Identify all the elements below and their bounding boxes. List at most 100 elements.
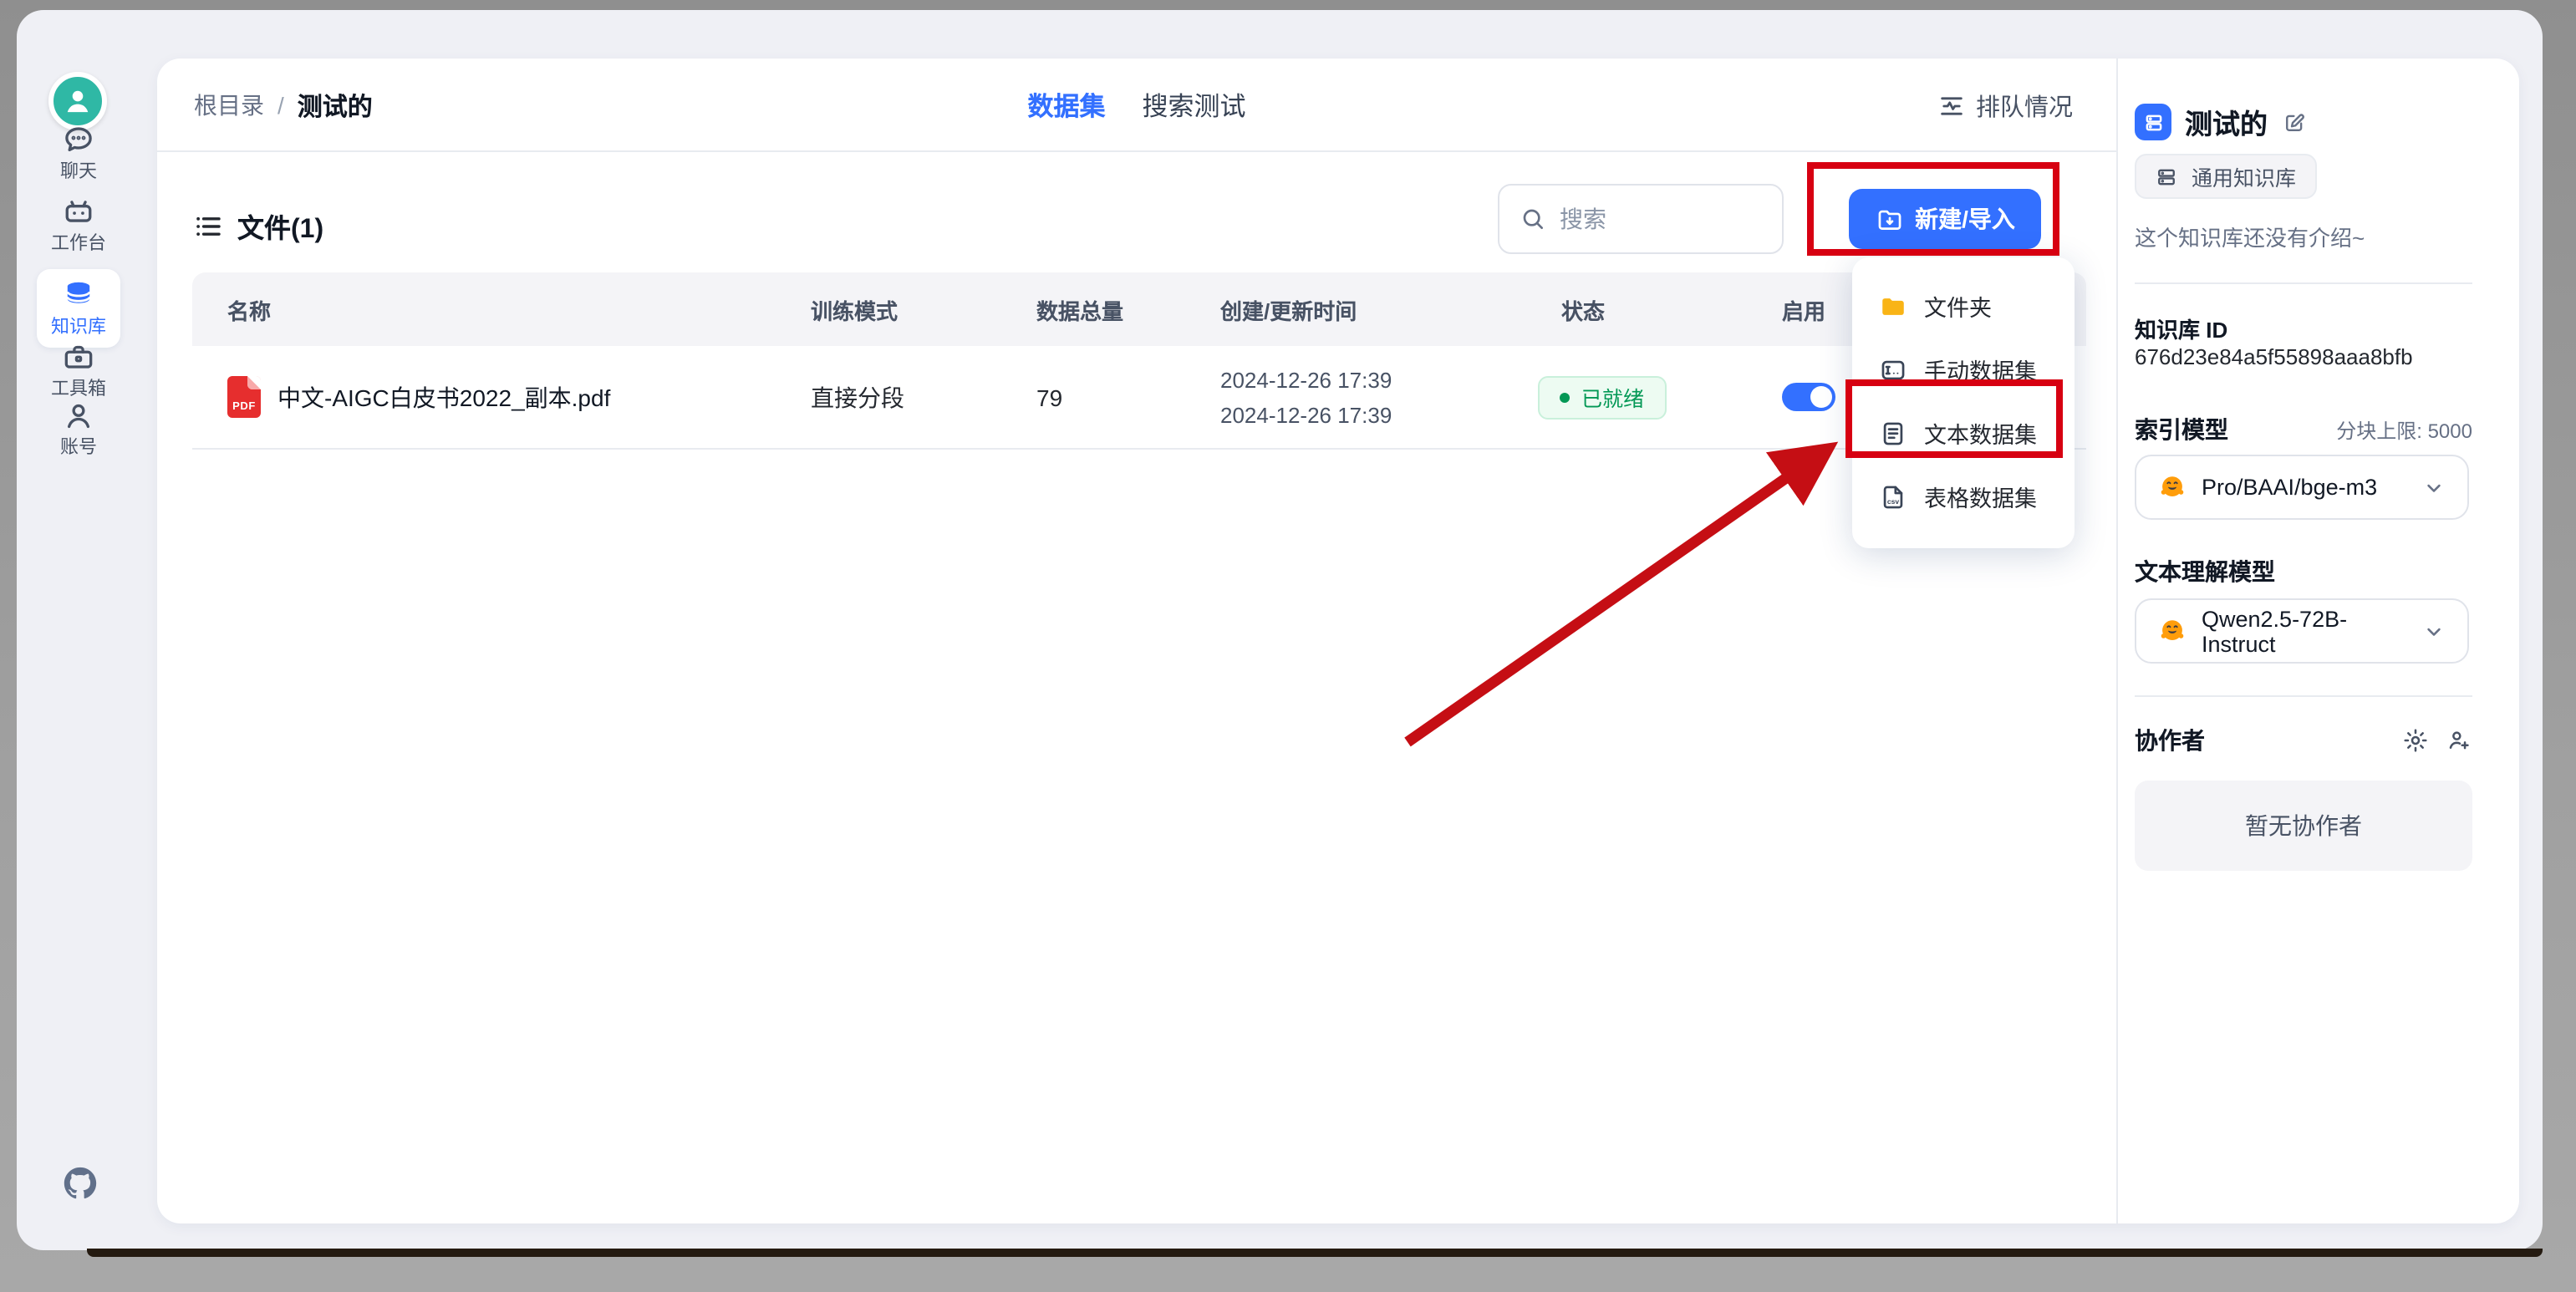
file-name: 中文-AIGC白皮书2022_副本.pdf	[277, 380, 610, 414]
created-time: 2024-12-26 17:39	[1220, 362, 1521, 397]
table-row[interactable]: PDF 中文-AIGC白皮书2022_副本.pdf 直接分段 79 2024-1…	[192, 346, 2086, 450]
sidebar-item-toolbox[interactable]: 工具箱	[17, 339, 140, 399]
col-header-status: 状态	[1521, 293, 1755, 325]
topbar: 根目录 / 测试的 数据集 搜索测试 排队情况	[157, 58, 2116, 152]
add-collaborator-icon[interactable]	[2446, 727, 2472, 754]
training-mode-cell: 直接分段	[786, 380, 1003, 414]
files-heading: 文件(1)	[192, 206, 323, 246]
chevron-down-icon	[2422, 476, 2446, 499]
kb-title-row: 测试的	[2135, 102, 2306, 142]
main-card: 根目录 / 测试的 数据集 搜索测试 排队情况	[157, 58, 2519, 1223]
menu-item-label: 文本数据集	[1924, 416, 2037, 450]
status-badge: 已就绪	[1538, 375, 1666, 419]
database-icon	[60, 277, 97, 314]
sidebar-item-chat[interactable]: 聊天	[17, 122, 140, 182]
desktop-background: 聊天 工作台 知识库 工具箱	[0, 0, 2576, 1292]
search-icon	[1520, 206, 1546, 232]
new-import-label: 新建/导入	[1915, 202, 2015, 236]
list-icon	[192, 210, 224, 242]
tab-bar: 数据集 搜索测试	[1027, 58, 1245, 152]
col-header-mode: 训练模式	[786, 293, 1003, 325]
index-model-label: 索引模型	[2135, 413, 2228, 446]
kb-intro-text: 这个知识库还没有介绍~	[2135, 221, 2365, 252]
text-model-label: 文本理解模型	[2135, 555, 2275, 588]
menu-item-label: 手动数据集	[1924, 353, 2037, 386]
huggingface-icon	[2158, 617, 2187, 645]
manual-dataset-icon	[1879, 355, 1907, 384]
user-avatar-icon	[60, 84, 95, 119]
kb-database-icon	[2135, 104, 2171, 140]
kb-title: 测试的	[2185, 102, 2268, 142]
breadcrumb-current: 测试的	[298, 88, 373, 123]
files-table: 名称 训练模式 数据总量 创建/更新时间 状态 启用 PDF 中文-AIGC白皮…	[192, 272, 2086, 450]
status-dot-icon	[1560, 392, 1570, 402]
kb-type-badge: 通用知识库	[2135, 154, 2316, 199]
edit-icon[interactable]	[2281, 109, 2306, 135]
tab-search-test[interactable]: 搜索测试	[1143, 87, 1246, 124]
sidebar-item-dataset[interactable]: 知识库	[37, 269, 120, 348]
menu-item-manual-dataset[interactable]: 手动数据集	[1852, 338, 2075, 401]
person-icon	[60, 398, 97, 435]
text-model-select[interactable]: Qwen2.5-72B-Instruct	[2135, 598, 2469, 664]
sidebar-item-label: 工作台	[51, 234, 106, 254]
text-dataset-icon	[1879, 419, 1907, 447]
breadcrumb-root[interactable]: 根目录	[194, 89, 264, 122]
knowledge-base-info-panel: 测试的 通用知识库 这个知识库还没有介绍~ 知识库 ID 676d23e84a5…	[2116, 58, 2519, 1223]
collaborators-empty-box: 暂无协作者	[2135, 781, 2472, 871]
queue-status-label: 排队情况	[1976, 88, 2073, 123]
status-text: 已就绪	[1581, 381, 1644, 413]
queue-status-button[interactable]: 排队情况	[1937, 58, 2073, 152]
menu-item-text-dataset[interactable]: 文本数据集	[1852, 401, 2075, 465]
sidebar-item-label: 账号	[60, 438, 97, 458]
files-count-label: 文件(1)	[237, 206, 323, 246]
new-import-dropdown-menu: 文件夹 手动数据集 文本数据集 csv	[1852, 257, 2075, 548]
enable-toggle[interactable]	[1782, 383, 1835, 411]
divider	[2135, 282, 2472, 284]
github-icon[interactable]	[64, 1167, 97, 1200]
kb-type-label: 通用知识库	[2192, 160, 2296, 192]
server-icon	[2155, 165, 2178, 188]
updated-time: 2024-12-26 17:39	[1220, 397, 1521, 432]
pdf-file-icon: PDF	[227, 376, 261, 418]
menu-item-folder[interactable]: 文件夹	[1852, 274, 2075, 338]
folder-import-icon	[1875, 205, 1903, 233]
menu-item-table-dataset[interactable]: csv 表格数据集	[1852, 465, 2075, 528]
menu-item-label: 表格数据集	[1924, 480, 2037, 513]
col-header-time: 创建/更新时间	[1204, 293, 1521, 325]
robot-icon	[60, 194, 97, 231]
svg-text:csv: csv	[1887, 496, 1899, 505]
breadcrumb: 根目录 / 测试的	[194, 58, 373, 152]
data-total-cell: 79	[1003, 384, 1204, 410]
tab-dataset[interactable]: 数据集	[1027, 87, 1105, 124]
collaborators-row: 协作者	[2135, 724, 2472, 757]
sidebar: 聊天 工作台 知识库 工具箱	[17, 10, 140, 1250]
col-header-total: 数据总量	[1003, 293, 1204, 325]
chat-icon	[60, 122, 97, 159]
collaborators-label: 协作者	[2135, 724, 2205, 757]
col-header-name: 名称	[192, 293, 786, 325]
sidebar-item-label: 工具箱	[51, 379, 106, 399]
app-window: 聊天 工作台 知识库 工具箱	[17, 10, 2543, 1250]
chevron-down-icon	[2422, 619, 2446, 643]
search-input[interactable]	[1560, 206, 1744, 232]
breadcrumb-separator: /	[277, 92, 284, 119]
text-model-value: Qwen2.5-72B-Instruct	[2202, 606, 2407, 656]
new-import-button[interactable]: 新建/导入	[1849, 189, 2041, 249]
folder-icon	[1879, 292, 1907, 320]
queue-activity-icon	[1937, 91, 1966, 120]
sidebar-item-workbench[interactable]: 工作台	[17, 194, 140, 254]
status-cell: 已就绪	[1521, 375, 1755, 419]
index-model-select[interactable]: Pro/BAAI/bge-m3	[2135, 455, 2469, 520]
toolbox-icon	[60, 339, 97, 376]
index-model-value: Pro/BAAI/bge-m3	[2202, 475, 2407, 500]
time-cell: 2024-12-26 17:39 2024-12-26 17:39	[1204, 362, 1521, 432]
gear-icon[interactable]	[2402, 727, 2429, 754]
sidebar-item-label: 聊天	[60, 162, 97, 182]
kb-id-value: 676d23e84a5f55898aaa8bfb	[2135, 344, 2413, 369]
search-box	[1498, 184, 1784, 254]
sidebar-item-label: 知识库	[51, 318, 106, 338]
sidebar-item-account[interactable]: 账号	[17, 398, 140, 458]
index-model-row: 索引模型 分块上限: 5000	[2135, 413, 2472, 446]
table-header-row: 名称 训练模式 数据总量 创建/更新时间 状态 启用	[192, 272, 2086, 346]
csv-file-icon: csv	[1879, 482, 1907, 511]
